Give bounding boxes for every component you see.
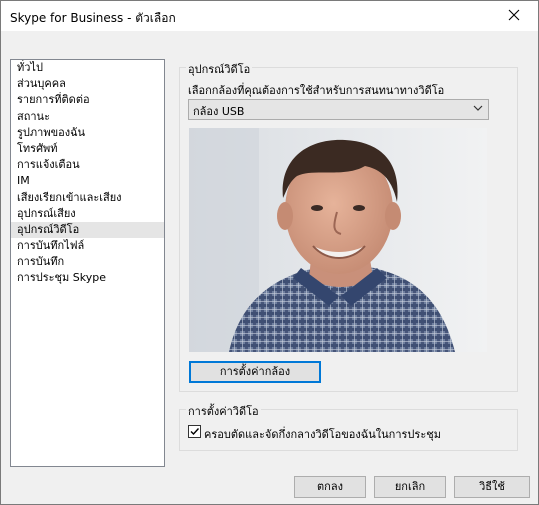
nav-item-recording[interactable]: การบันทึก bbox=[11, 254, 164, 270]
nav-item-audio-device[interactable]: อุปกรณ์เสียง bbox=[11, 206, 164, 222]
nav-item-alerts[interactable]: การแจ้งเตือน bbox=[11, 157, 164, 173]
camera-instruction: เลือกกล้องที่คุณต้องการใช้สำหรับการสนทนา… bbox=[188, 84, 445, 97]
help-button[interactable]: วิธีใช้ bbox=[454, 476, 530, 498]
nav-item-status[interactable]: สถานะ bbox=[11, 109, 164, 125]
nav-item-skype-meetings[interactable]: การประชุม Skype bbox=[11, 270, 164, 286]
options-category-list[interactable]: ทั่วไป ส่วนบุคคล รายการที่ติดต่อ สถานะ ร… bbox=[10, 59, 165, 467]
nav-item-ringtones-sounds[interactable]: เสียงเรียกเข้าและเสียง bbox=[11, 190, 164, 206]
nav-item-file-saving[interactable]: การบันทึกไฟล์ bbox=[11, 238, 164, 254]
video-preview bbox=[189, 128, 487, 352]
video-preview-image bbox=[189, 128, 487, 352]
close-button[interactable] bbox=[492, 1, 538, 31]
chevron-down-icon bbox=[473, 105, 483, 111]
crop-center-label: ครอบตัดและจัดกึ่งกลางวิดีโอของฉันในการปร… bbox=[204, 428, 441, 441]
nav-item-contacts-list[interactable]: รายการที่ติดต่อ bbox=[11, 92, 164, 108]
options-dialog: Skype for Business - ตัวเลือก ทั่วไป ส่ว… bbox=[0, 0, 539, 505]
nav-item-phones[interactable]: โทรศัพท์ bbox=[11, 141, 164, 157]
camera-select-value: กล้อง USB bbox=[193, 105, 245, 118]
crop-center-checkbox[interactable] bbox=[188, 425, 201, 438]
camera-select[interactable]: กล้อง USB bbox=[188, 99, 489, 120]
camera-settings-button[interactable]: การตั้งค่ากล้อง bbox=[189, 361, 321, 383]
cancel-button[interactable]: ยกเลิก bbox=[374, 476, 446, 498]
video-device-group-title: อุปกรณ์วิดีโอ bbox=[186, 60, 253, 78]
nav-item-my-picture[interactable]: รูปภาพของฉัน bbox=[11, 125, 164, 141]
nav-item-personal[interactable]: ส่วนบุคคล bbox=[11, 76, 164, 92]
nav-item-video-device[interactable]: อุปกรณ์วิดีโอ bbox=[11, 221, 164, 239]
video-settings-group-title: การตั้งค่าวิดีโอ bbox=[186, 402, 261, 420]
window-title: Skype for Business - ตัวเลือก bbox=[10, 11, 176, 25]
ok-button[interactable]: ตกลง bbox=[294, 476, 366, 498]
checkmark-icon bbox=[190, 428, 200, 436]
nav-item-im[interactable]: IM bbox=[11, 173, 164, 189]
close-icon bbox=[508, 9, 520, 21]
title-bar[interactable]: Skype for Business - ตัวเลือก bbox=[1, 1, 538, 31]
nav-item-general[interactable]: ทั่วไป bbox=[11, 60, 164, 76]
